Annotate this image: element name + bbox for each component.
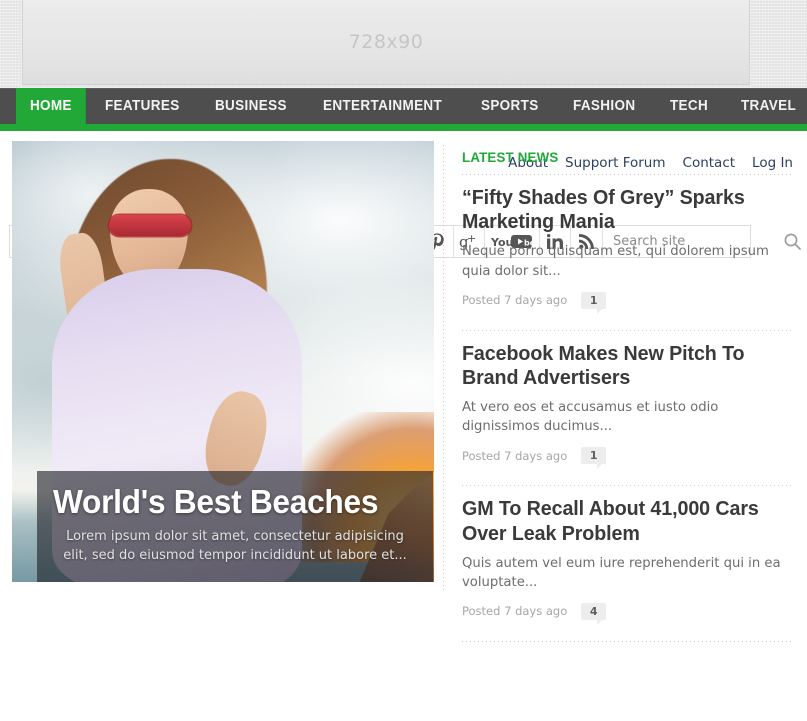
comment-count-badge[interactable]: 4 bbox=[581, 602, 607, 625]
featured-excerpt: Lorem ipsum dolor sit amet, consectetur … bbox=[63, 529, 407, 564]
news-title[interactable]: Facebook Makes New Pitch To Brand Advert… bbox=[462, 342, 780, 390]
comment-count-badge[interactable]: 1 bbox=[581, 447, 607, 470]
sidebar: Latest News “Fifty Shades Of Grey” Spark… bbox=[444, 141, 807, 642]
nav-item-tech[interactable]: TECH bbox=[656, 88, 722, 124]
news-excerpt: Neque porro quisquam est, qui dolorem ip… bbox=[462, 244, 769, 279]
main-navigation: HOME FEATURES BUSINESS ENTERTAINMENT SPORTS F… bbox=[0, 88, 807, 124]
nav-item-fashion[interactable]: FASHION bbox=[559, 88, 649, 124]
news-meta: Posted 7 days ago 1 bbox=[462, 291, 793, 321]
featured-article[interactable]: World's Best Beaches Lorem ipsum dolor s… bbox=[12, 141, 434, 582]
nav-item-business[interactable]: BUSINESS bbox=[201, 88, 301, 124]
divider bbox=[462, 640, 793, 642]
nav-item-features[interactable]: FEATURES bbox=[91, 88, 194, 124]
news-list-item: GM To Recall About 41,000 Cars Over Leak… bbox=[462, 486, 793, 632]
content-columns: World's Best Beaches Lorem ipsum dolor s… bbox=[0, 141, 807, 642]
news-title[interactable]: “Fifty Shades Of Grey” Sparks Marketing … bbox=[462, 186, 780, 234]
ad-placeholder-label: 728x90 bbox=[348, 31, 424, 53]
latest-news-list: “Fifty Shades Of Grey” Sparks Marketing … bbox=[462, 175, 793, 642]
news-title[interactable]: GM To Recall About 41,000 Cars Over Leak… bbox=[462, 497, 780, 545]
nav-accent-bar bbox=[0, 124, 807, 131]
news-list-item: Facebook Makes New Pitch To Brand Advert… bbox=[462, 331, 793, 477]
posted-timestamp: Posted 7 days ago bbox=[462, 293, 568, 308]
news-list-item: “Fifty Shades Of Grey” Sparks Marketing … bbox=[462, 175, 793, 321]
sunglasses-icon bbox=[109, 215, 191, 236]
posted-timestamp: Posted 7 days ago bbox=[462, 604, 568, 619]
news-excerpt: At vero eos et accusamus et iusto odio d… bbox=[462, 400, 719, 435]
nav-item-home[interactable]: HOME bbox=[16, 88, 86, 124]
news-meta: Posted 7 days ago 1 bbox=[462, 447, 793, 476]
news-excerpt: Quis autem vel eum iure reprehenderit qu… bbox=[462, 555, 781, 590]
news-meta: Posted 7 days ago 4 bbox=[462, 602, 793, 632]
nav-item-travel[interactable]: TRAVEL bbox=[727, 88, 807, 124]
featured-title[interactable]: World's Best Beaches bbox=[53, 484, 402, 520]
main-column: World's Best Beaches Lorem ipsum dolor s… bbox=[0, 141, 443, 642]
comment-count-badge[interactable]: 1 bbox=[581, 291, 607, 314]
ad-banner[interactable]: 728x90 bbox=[22, 0, 750, 85]
nav-item-sports[interactable]: SPORTS bbox=[467, 88, 553, 124]
sidebar-heading: Latest News bbox=[462, 149, 559, 165]
featured-caption: World's Best Beaches Lorem ipsum dolor s… bbox=[37, 470, 433, 582]
nav-item-entertainment[interactable]: ENTERTAINMENT bbox=[309, 88, 456, 124]
posted-timestamp: Posted 7 days ago bbox=[462, 448, 568, 463]
